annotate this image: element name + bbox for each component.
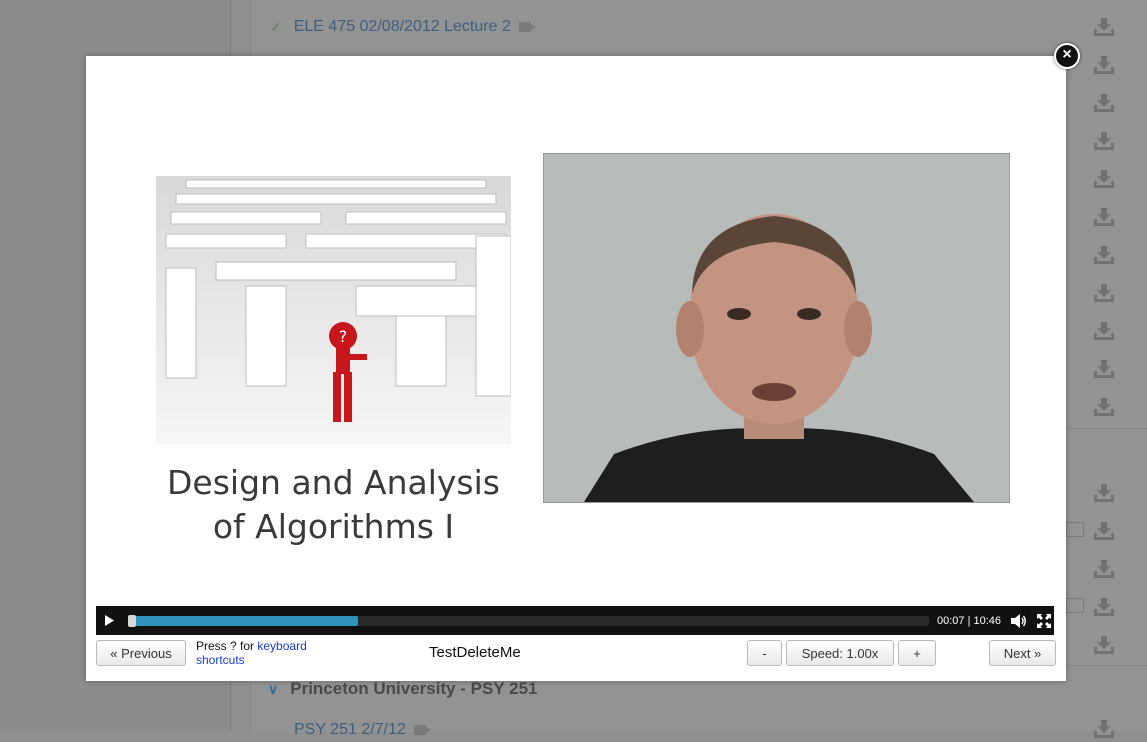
fullscreen-icon <box>1037 613 1052 628</box>
download-icon[interactable] <box>1094 636 1114 654</box>
progress-fill <box>128 615 358 626</box>
section-title: Princeton University - PSY 251 <box>290 679 538 698</box>
divider <box>1056 665 1147 666</box>
previous-button[interactable]: « Previous <box>96 640 186 666</box>
divider <box>1056 428 1147 429</box>
image-icon[interactable] <box>1066 598 1084 613</box>
download-icon[interactable] <box>1094 208 1114 226</box>
slide-title: Design and Analysis of Algorithms I <box>167 463 500 546</box>
download-icon[interactable] <box>1094 322 1114 340</box>
speed-button[interactable]: Speed: 1.00x <box>786 640 894 666</box>
progress-bar[interactable] <box>128 614 929 627</box>
progress-handle[interactable] <box>128 614 136 627</box>
image-icon[interactable] <box>1066 522 1084 537</box>
video-camera-icon <box>518 22 536 32</box>
download-icon[interactable] <box>1094 560 1114 578</box>
lecture-row[interactable]: ✓ ELE 475 02/08/2012 Lecture 2 <box>270 15 536 39</box>
download-icon[interactable] <box>1094 484 1114 502</box>
download-icon[interactable] <box>1094 720 1114 738</box>
lecture-row[interactable]: PSY 251 2/7/12 <box>270 718 431 742</box>
download-icon[interactable] <box>1094 56 1114 74</box>
download-icon[interactable] <box>1094 94 1114 112</box>
download-icon[interactable] <box>1094 598 1114 616</box>
lecturer-figure <box>544 154 1009 502</box>
chevron-down-icon: ∨ <box>268 680 279 697</box>
section-header[interactable]: ∨ Princeton University - PSY 251 <box>268 679 537 699</box>
next-button[interactable]: Next » <box>989 640 1056 666</box>
download-icon[interactable] <box>1094 18 1114 36</box>
keyboard-hint: Press ? for keyboard shortcuts <box>196 639 307 667</box>
video-title: TestDeleteMe <box>429 644 521 661</box>
navigation-bar: « Previous Press ? for keyboard shortcuts… <box>96 635 1056 671</box>
volume-button[interactable] <box>1011 613 1027 628</box>
download-icon[interactable] <box>1094 398 1114 416</box>
play-icon <box>105 615 114 626</box>
speed-down-button[interactable]: - <box>747 640 782 666</box>
video-frame[interactable]: ? Design and Analysis of Algorithms I <box>96 66 1054 606</box>
download-icon[interactable] <box>1094 284 1114 302</box>
checkmark-icon: ✓ <box>270 18 282 35</box>
player-controls: 00:07 | 10:46 <box>96 606 1054 635</box>
download-icon[interactable] <box>1094 170 1114 188</box>
download-icon[interactable] <box>1094 360 1114 378</box>
video-modal: ? Design and Analysis of Algorithms I 00… <box>86 56 1066 681</box>
download-icon[interactable] <box>1094 246 1114 264</box>
fullscreen-button[interactable] <box>1037 613 1052 628</box>
play-button[interactable] <box>105 615 114 626</box>
speed-up-button[interactable]: + <box>898 640 936 666</box>
lecturer-video <box>543 153 1010 503</box>
video-camera-icon <box>413 725 431 735</box>
close-button[interactable]: × <box>1054 43 1080 69</box>
lecture-title[interactable]: ELE 475 02/08/2012 Lecture 2 <box>294 18 511 36</box>
svg-text:?: ? <box>339 327 348 346</box>
download-icon[interactable] <box>1094 132 1114 150</box>
download-icon[interactable] <box>1094 522 1114 540</box>
maze-illustration: ? <box>156 176 511 444</box>
lecture-slide: ? Design and Analysis of Algorithms I <box>156 176 511 561</box>
speaker-icon <box>1011 613 1026 628</box>
lecture-title[interactable]: PSY 251 2/7/12 <box>294 721 406 739</box>
time-display: 00:07 | 10:46 <box>937 614 1002 627</box>
